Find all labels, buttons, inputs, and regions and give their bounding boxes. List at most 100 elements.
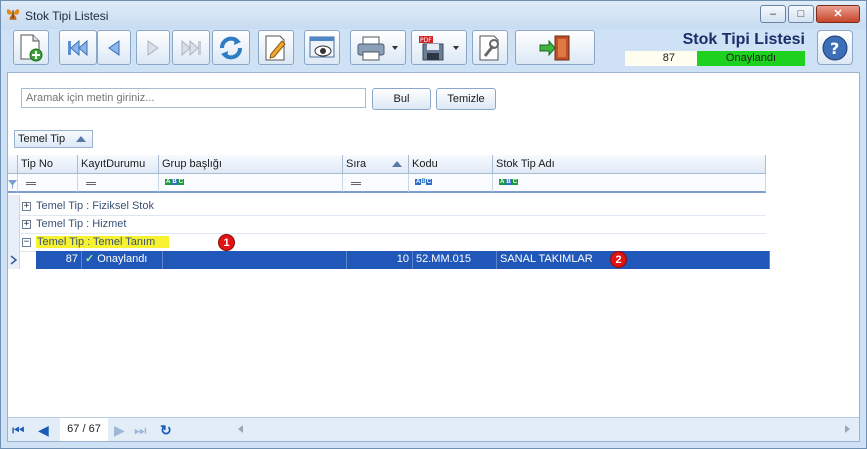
group-by-chip-label: Temel Tip — [18, 133, 66, 145]
filter-kodu[interactable]: ABC — [409, 174, 493, 193]
sort-ascending-icon — [392, 161, 402, 167]
previous-record-icon — [108, 39, 120, 56]
equals-operator-icon — [26, 182, 36, 185]
column-header-grup-basligi[interactable]: Grup başlığı — [159, 155, 343, 174]
group-by-panel: Temel Tip — [8, 119, 859, 153]
export-pdf-button[interactable]: PDF — [411, 30, 467, 65]
column-header-kodu[interactable]: Kodu — [409, 155, 493, 174]
exit-button[interactable] — [515, 30, 595, 65]
filter-kayit-durumu[interactable] — [78, 174, 159, 193]
cell-sira: 10 — [347, 251, 413, 269]
first-record-button[interactable] — [59, 30, 97, 65]
collapse-minus-icon[interactable]: − — [22, 238, 31, 247]
column-header-sira-label: Sıra — [346, 158, 367, 170]
filter-grup-basligi[interactable]: ABC — [159, 174, 343, 193]
group-by-chip[interactable]: Temel Tip — [14, 130, 93, 148]
record-id-field: 87 — [625, 51, 699, 66]
previous-record-button[interactable] — [97, 30, 131, 65]
cell-kodu: 52.MM.015 — [413, 251, 497, 269]
filter-funnel-icon — [8, 174, 18, 193]
butterfly-logo-icon — [6, 9, 20, 20]
edit-button[interactable] — [258, 30, 294, 65]
app-window: Stok Tipi Listesi – □ ✕ PDF Stok Tipi Li… — [0, 0, 867, 449]
last-record-button[interactable] — [172, 30, 210, 65]
close-button[interactable]: ✕ — [816, 5, 860, 23]
annotation-badge-1: 1 — [218, 234, 235, 251]
edit-icon — [265, 35, 286, 60]
sort-ascending-icon — [76, 136, 86, 142]
refresh-button[interactable] — [212, 30, 250, 65]
auto-filter-row: ABC ABC ABC — [8, 174, 766, 193]
group-row-label: Temel Tip : Fiziksel Stok — [36, 200, 154, 212]
navigator-refresh-icon[interactable]: ↻ — [160, 422, 172, 438]
minimize-button[interactable]: – — [760, 5, 786, 23]
group-row-label: Temel Tip : Temel Tanım — [36, 236, 170, 248]
next-record-button[interactable] — [136, 30, 170, 65]
new-record-button[interactable] — [13, 30, 49, 65]
settings-button[interactable] — [472, 30, 508, 65]
window-title: Stok Tipi Listesi — [25, 9, 109, 23]
maximize-button[interactable]: □ — [788, 5, 814, 23]
cell-tip-no: 87 — [36, 251, 82, 269]
text-filter-icon: ABC — [165, 179, 185, 185]
expand-plus-icon[interactable]: + — [22, 220, 31, 229]
navigator-previous-icon[interactable]: ◀ — [38, 422, 49, 438]
column-header-row: Tip No KayıtDurumu Grup başlığı Sıra Kod… — [8, 155, 766, 174]
export-pdf-icon: PDF — [419, 35, 459, 60]
find-button[interactable]: Bul — [372, 88, 431, 110]
preview-button[interactable] — [304, 30, 340, 65]
navigator-next-icon[interactable]: ▶ — [114, 422, 125, 438]
table-row[interactable]: 87 ✓ Onaylandı 10 52.MM.015 SANAL TAKIMLA… — [36, 251, 770, 269]
expand-plus-icon[interactable]: + — [22, 202, 31, 211]
cell-stok-tip-adi: SANAL TAKIMLAR — [497, 251, 770, 269]
svg-text:PDF: PDF — [420, 37, 432, 44]
navigator-first-icon[interactable]: ⏮ — [12, 422, 25, 438]
cell-kayit-durumu: ✓ Onaylandı — [82, 251, 163, 269]
filter-tip-no[interactable] — [18, 174, 78, 193]
toolbar-title: Stok Tipi Listesi — [682, 31, 805, 48]
clear-button[interactable]: Temizle — [436, 88, 496, 110]
minimize-icon: – — [769, 8, 777, 20]
equals-operator-icon — [351, 182, 361, 185]
column-header-kayit-durumu[interactable]: KayıtDurumu — [78, 155, 159, 174]
current-row-indicator-icon — [10, 255, 18, 265]
column-header-stok-tip-adi[interactable]: Stok Tip Adı — [493, 155, 766, 174]
print-button[interactable] — [350, 30, 406, 65]
help-icon: ? — [822, 35, 848, 60]
help-button[interactable]: ? — [817, 30, 853, 65]
preview-icon — [309, 36, 335, 57]
main-panel: Bul Temizle Temel Tip Tip No KayıtDurumu… — [7, 72, 860, 442]
text-filter-icon: ABC — [415, 179, 433, 185]
search-input[interactable] — [21, 88, 366, 108]
exit-door-icon — [539, 35, 570, 60]
record-navigator: ⏮ ◀ 67 / 67 ▶ ⏭ ↻ — [8, 417, 859, 441]
group-row-fiziksel-stok[interactable]: + Temel Tip : Fiziksel Stok — [20, 198, 766, 216]
cell-kayit-durumu-text: Onaylandı — [97, 253, 148, 265]
group-row-label: Temel Tip : Hizmet — [36, 218, 127, 230]
new-document-icon — [20, 34, 43, 61]
status-badge: Onaylandı — [697, 51, 805, 66]
filter-stok-tip-adi[interactable]: ABC — [493, 174, 766, 193]
column-header-tip-no[interactable]: Tip No — [18, 155, 78, 174]
next-record-icon — [147, 39, 159, 56]
last-record-icon — [181, 39, 201, 56]
horizontal-scrollbar[interactable] — [234, 422, 854, 437]
close-icon: ✕ — [833, 8, 843, 20]
scroll-left-icon[interactable] — [238, 425, 243, 433]
toolbar: PDF Stok Tipi Listesi 87 Onaylandı ? — [7, 29, 860, 69]
equals-operator-icon — [86, 182, 96, 185]
navigator-last-icon[interactable]: ⏭ — [134, 422, 147, 438]
column-header-sira[interactable]: Sıra — [343, 155, 409, 174]
annotation-badge-2: 2 — [610, 251, 627, 268]
settings-icon — [479, 35, 499, 60]
text-filter-icon: ABC — [499, 179, 519, 185]
data-grid: Tip No KayıtDurumu Grup başlığı Sıra Kod… — [8, 155, 859, 405]
filter-sira[interactable] — [343, 174, 409, 193]
group-row-temel-tanim[interactable]: − Temel Tip : Temel Tanım — [20, 234, 766, 252]
scroll-right-icon[interactable] — [845, 425, 850, 433]
print-icon — [357, 36, 398, 60]
title-bar[interactable]: Stok Tipi Listesi – □ ✕ — [1, 1, 866, 29]
group-row-hizmet[interactable]: + Temel Tip : Hizmet — [20, 216, 766, 234]
checkmark-icon: ✓ — [85, 253, 95, 265]
first-record-icon — [68, 39, 88, 56]
